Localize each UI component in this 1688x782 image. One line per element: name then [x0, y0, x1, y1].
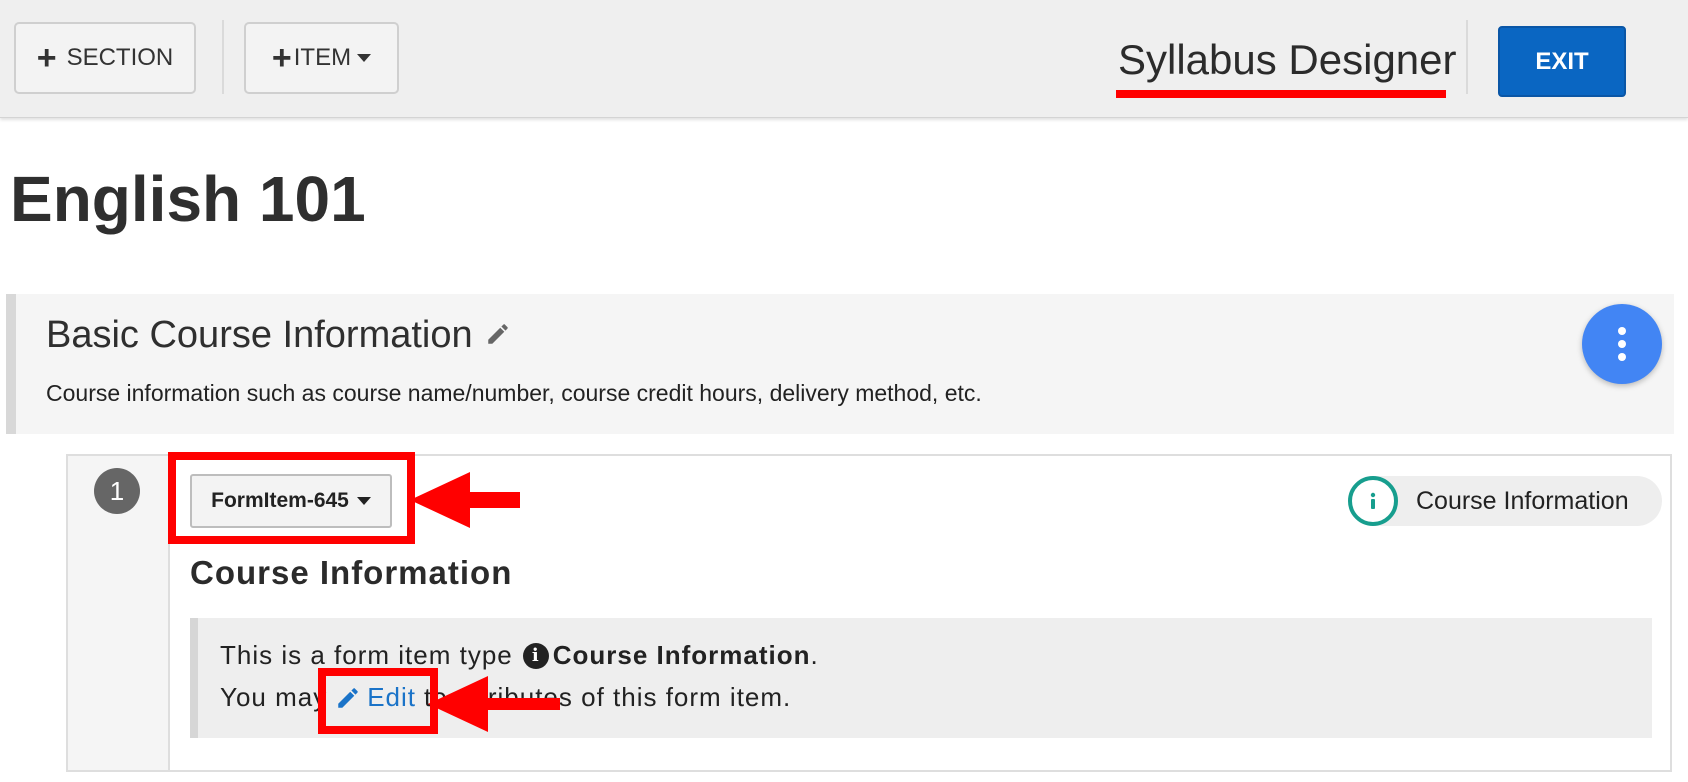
toolbar-divider [1466, 20, 1468, 94]
info-period: . [810, 640, 819, 670]
edit-highlight-box [318, 668, 438, 734]
info-type: Course Information [552, 640, 811, 670]
info-prefix: This is a form item type [220, 640, 513, 670]
item-type-badge: Course Information [1348, 476, 1662, 526]
info-icon [1348, 476, 1398, 526]
add-section-button[interactable]: + SECTION [14, 22, 196, 94]
pencil-icon[interactable] [485, 314, 511, 357]
arrow-annotation [410, 472, 520, 528]
section-description: Course information such as course name/n… [46, 380, 982, 406]
add-item-button[interactable]: + ITEM [244, 22, 399, 94]
toolbar-divider [222, 20, 224, 94]
exit-button[interactable]: EXIT [1498, 26, 1626, 97]
item-type-label: Course Information [1416, 486, 1629, 515]
add-section-label: SECTION [66, 44, 174, 71]
plus-icon: + [271, 39, 292, 77]
formitem-highlight-box [168, 452, 415, 544]
arrow-annotation [428, 676, 560, 732]
info-line2-start: You may [220, 682, 328, 712]
app-title: Syllabus Designer [1118, 36, 1457, 83]
section-basic-course-information: Basic Course Information Course informat… [6, 294, 1674, 434]
info-icon: i [522, 642, 549, 669]
plus-icon: + [36, 39, 57, 77]
title-underline-annotation [1116, 90, 1446, 98]
more-vert-icon[interactable] [1582, 304, 1662, 384]
toolbar: + SECTION + ITEM Syllabus Designer EXIT [0, 0, 1688, 118]
item-heading: Course Information [190, 554, 513, 591]
caret-down-icon [357, 54, 372, 62]
item-gutter: 1 [68, 456, 170, 770]
add-item-label: ITEM [293, 44, 352, 71]
section-title: Basic Course Information [46, 314, 511, 357]
item-number-badge: 1 [94, 468, 140, 514]
course-title: English 101 [10, 163, 366, 235]
info-line-1: This is a form item type i Course Inform… [220, 640, 819, 671]
section-title-text: Basic Course Information [46, 314, 473, 356]
